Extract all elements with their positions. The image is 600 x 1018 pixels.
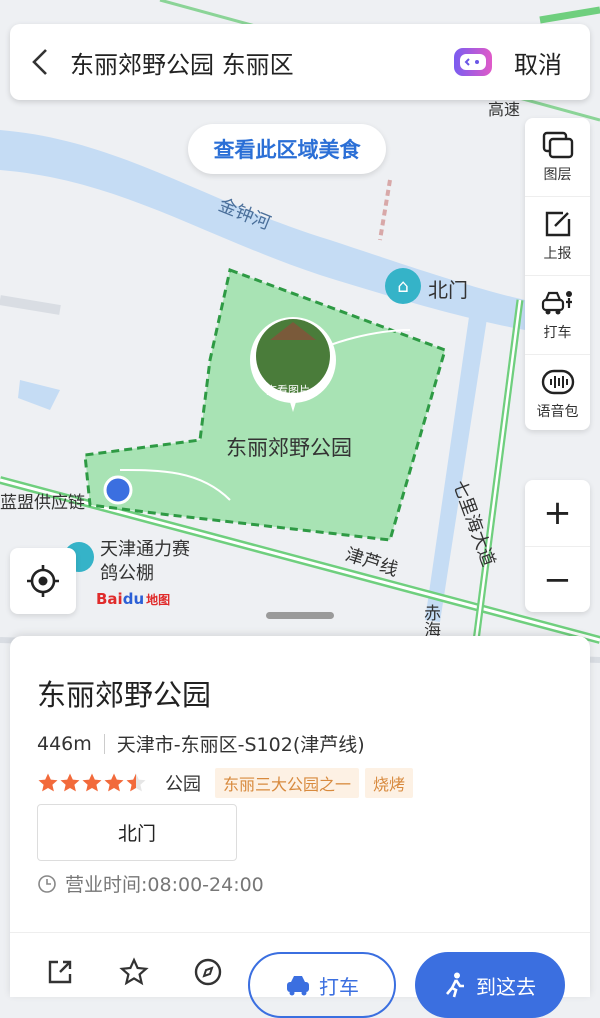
crosshair-icon <box>27 565 59 597</box>
go-here-button[interactable]: 到这去 <box>415 952 565 1018</box>
logo-ditu: 地图 <box>146 593 171 607</box>
poi-address: 天津市-东丽区-S102(津芦线) <box>116 734 365 756</box>
ai-assistant-button[interactable] <box>452 46 494 78</box>
sheet-drag-handle[interactable] <box>266 612 334 619</box>
voice-pack-icon <box>541 369 574 395</box>
compass-icon <box>194 958 222 986</box>
poi-title: 东丽郊野公园 <box>37 678 212 712</box>
back-button[interactable] <box>10 24 70 100</box>
cancel-button[interactable]: 取消 <box>514 45 562 80</box>
walking-person-icon <box>446 972 464 998</box>
user-location-dot <box>103 475 133 505</box>
zoom-out-button[interactable]: − <box>525 547 590 613</box>
view-area-food-button[interactable]: 查看此区域美食 <box>188 124 386 174</box>
poi-distance: 446m <box>37 732 92 755</box>
tool-layers[interactable]: 图层 <box>525 118 590 197</box>
share-icon <box>48 960 72 984</box>
tool-report-label: 上报 <box>543 246 572 262</box>
tool-layers-label: 图层 <box>543 167 572 183</box>
clock-icon <box>38 874 56 893</box>
poi-tag: 烧烤 <box>365 768 414 798</box>
north-gate-label[interactable]: 北门 <box>428 274 468 303</box>
supply-chain-label[interactable]: 蓝盟供应链 <box>0 488 85 513</box>
poi-detail-card: 东丽郊野公园 446m 天津市-东丽区-S102(津芦线) 公园 东丽三大公园之… <box>10 636 590 1018</box>
car-icon <box>287 976 309 996</box>
entrance-north-gate-button[interactable]: 北门 <box>37 804 237 861</box>
rating-star-icon <box>38 773 58 792</box>
tool-taxi-label: 打车 <box>543 325 572 341</box>
taxi-icon <box>541 291 572 315</box>
search-query[interactable]: 东丽郊野公园 东丽区 <box>70 45 452 80</box>
poi-category: 公园 <box>165 774 201 795</box>
locate-me-button[interactable] <box>10 548 76 614</box>
map-tools-panel: 图层 上报 打车 语音包 <box>525 118 590 430</box>
rating-stars <box>37 772 147 794</box>
search-bar[interactable]: 东丽郊野公园 东丽区 取消 <box>10 24 590 100</box>
go-here-label: 到这去 <box>476 974 536 999</box>
layers-icon <box>542 131 573 159</box>
rating-star-icon <box>60 773 80 792</box>
tool-report[interactable]: 上报 <box>525 197 590 276</box>
taxi-button[interactable]: 打车 <box>248 952 396 1018</box>
rating-star-icon <box>104 773 124 792</box>
ai-assistant-icon <box>454 48 492 76</box>
report-icon <box>545 211 570 237</box>
share-button[interactable] <box>42 954 78 990</box>
view-photo-label[interactable]: 查看图片 <box>266 382 310 398</box>
favorite-button[interactable] <box>116 954 152 990</box>
back-arrow-icon <box>32 49 47 75</box>
taxi-button-label: 打车 <box>319 974 359 999</box>
poi-hours-row: 营业时间:08:00-24:00 <box>37 870 264 897</box>
star-outline-icon <box>119 957 149 986</box>
zoom-in-button[interactable]: + <box>525 480 590 547</box>
navigate-compass-button[interactable] <box>190 954 226 990</box>
rating-star-icon <box>126 773 146 792</box>
poi-rating-row: 公园 东丽三大公园之一 烧烤 <box>37 768 419 798</box>
poi-tag: 东丽三大公园之一 <box>215 768 360 798</box>
card-divider <box>10 932 590 933</box>
poi-hours: 营业时间:08:00-24:00 <box>65 874 264 896</box>
logo-bai: Bai <box>96 590 123 608</box>
rating-star-icon <box>82 773 102 792</box>
tool-voice-pack[interactable]: 语音包 <box>525 355 590 433</box>
tool-taxi[interactable]: 打车 <box>525 276 590 355</box>
poi-address-row: 446m 天津市-东丽区-S102(津芦线) <box>37 730 365 757</box>
baidu-map-logo: Baidu 地图 <box>96 590 170 608</box>
park-name-label[interactable]: 东丽郊野公园 <box>226 432 352 462</box>
divider <box>103 733 105 754</box>
logo-du: du <box>122 590 145 608</box>
chi-label: 赤海 <box>420 604 440 638</box>
north-gate-pin[interactable]: ⌂ <box>385 268 421 304</box>
pigeon-shed-label[interactable]: 天津通力赛鸽公棚 <box>100 538 196 586</box>
zoom-controls: + − <box>525 480 590 612</box>
tool-voice-pack-label: 语音包 <box>536 404 579 420</box>
